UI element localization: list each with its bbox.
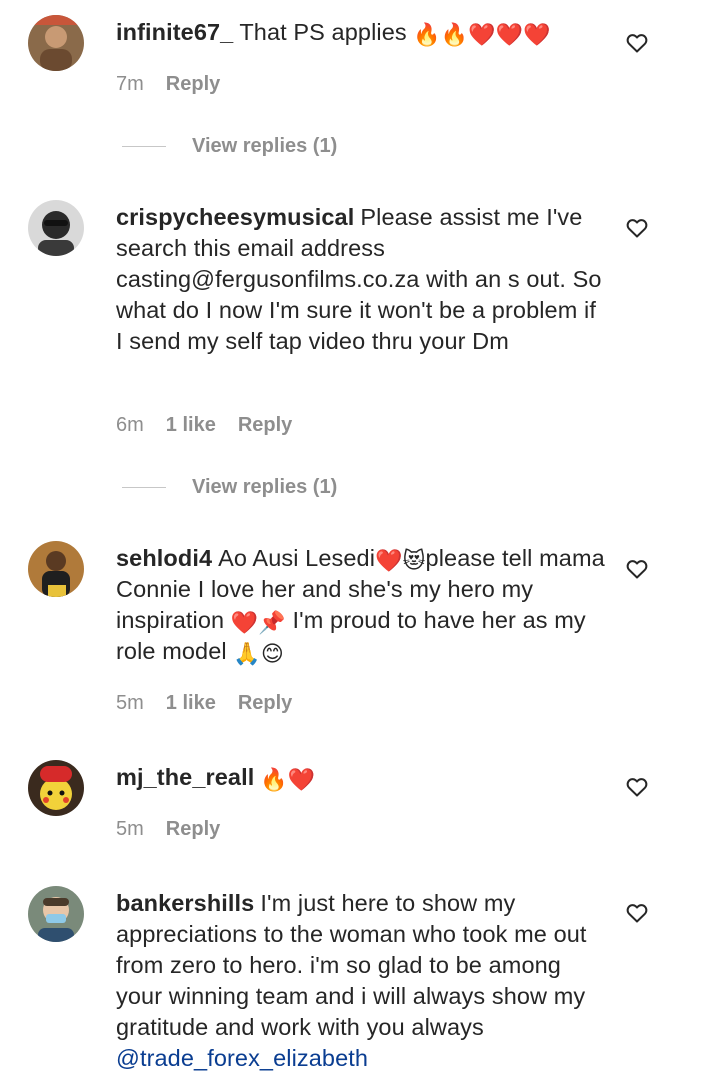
comment-body: infinite67_ That PS applies 🔥🔥❤️❤️❤️	[116, 17, 606, 48]
comment-emojis: 🔥❤️	[260, 767, 316, 792]
comment-meta: 7m Reply	[116, 73, 220, 96]
heart-outline-icon	[626, 904, 648, 923]
heart-outline-icon	[626, 219, 648, 238]
reply-button[interactable]: Reply	[238, 414, 292, 437]
divider-line	[122, 486, 166, 489]
like-button[interactable]	[625, 901, 649, 925]
comment-username[interactable]: infinite67_	[116, 19, 233, 45]
view-replies-button[interactable]: View replies (1)	[122, 476, 337, 499]
comment-meta: 5m 1 like Reply	[116, 692, 292, 715]
comment-username[interactable]: bankershills	[116, 890, 254, 916]
divider-line	[122, 145, 166, 148]
comment-text: That PS applies	[239, 19, 407, 45]
comment-time: 5m	[116, 692, 144, 714]
heart-outline-icon	[626, 560, 648, 579]
like-button[interactable]	[625, 216, 649, 240]
heart-outline-icon	[626, 778, 648, 797]
comment-meta: 6m 1 like Reply	[116, 414, 292, 437]
likes-count[interactable]: 1 like	[166, 692, 216, 715]
comment-text: Ao Ausi Lesedi	[218, 545, 376, 571]
avatar[interactable]	[28, 541, 84, 597]
avatar[interactable]	[28, 760, 84, 816]
view-replies-label: View replies (1)	[192, 135, 338, 157]
comment-username[interactable]: crispycheesymusical	[116, 204, 354, 230]
like-button[interactable]	[625, 557, 649, 581]
avatar[interactable]	[28, 886, 84, 942]
reply-button[interactable]: Reply	[238, 692, 292, 715]
avatar[interactable]	[28, 15, 84, 71]
avatar[interactable]	[28, 200, 84, 256]
comment-body: crispycheesymusical Please assist me I've…	[116, 202, 606, 357]
comment-time: 6m	[116, 414, 144, 436]
like-button[interactable]	[625, 775, 649, 799]
comment-meta: 5m Reply	[116, 818, 220, 841]
comment-time: 7m	[116, 73, 144, 95]
heart-outline-icon	[626, 34, 648, 53]
reply-button[interactable]: Reply	[166, 73, 220, 96]
reply-button[interactable]: Reply	[166, 818, 220, 841]
comment-body: sehlodi4 Ao Ausi Lesedi❤️😻please tell mam…	[116, 543, 606, 667]
comment-body: mj_the_reall 🔥❤️	[116, 762, 606, 793]
view-replies-label: View replies (1)	[192, 476, 338, 498]
comment-time: 5m	[116, 818, 144, 840]
comment-username[interactable]: sehlodi4	[116, 545, 212, 571]
mention-link[interactable]: @trade_forex_elizabeth	[116, 1045, 368, 1071]
comment-emojis: 🙏😊	[233, 641, 284, 666]
likes-count[interactable]: 1 like	[166, 414, 216, 437]
comment-emojis: 🔥🔥❤️❤️❤️	[413, 22, 551, 47]
comment-body: bankershills I'm just here to show my app…	[116, 888, 606, 1074]
comment-emojis: ❤️😻	[375, 548, 426, 573]
comment-emojis: ❤️📌	[230, 610, 286, 635]
comment-username[interactable]: mj_the_reall	[116, 764, 254, 790]
like-button[interactable]	[625, 31, 649, 55]
view-replies-button[interactable]: View replies (1)	[122, 135, 337, 158]
